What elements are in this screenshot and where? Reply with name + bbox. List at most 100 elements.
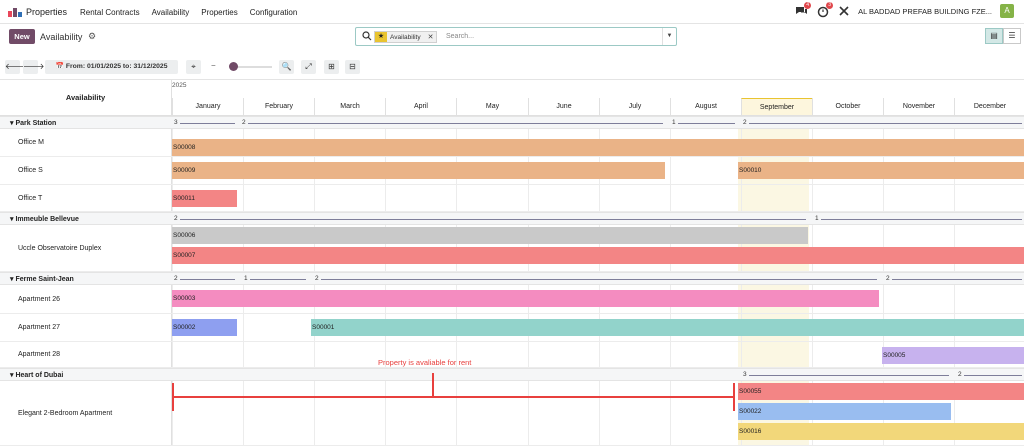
search-bar[interactable]: ★ Availability ✕ Search... ▼	[355, 27, 677, 46]
page-title: Availability	[40, 32, 83, 42]
company-switcher[interactable]: AL BADDAD PREFAB BUILDING FZE...	[858, 7, 992, 16]
gantt-toolbar: 🡐 🡒 📅 From: 01/01/2025 to: 31/12/2025 ⌖ …	[0, 55, 1024, 80]
gear-icon[interactable]: ⚙	[88, 31, 96, 42]
search-input[interactable]: Search...	[446, 33, 474, 40]
gantt-row: Apartment 26 S00003	[0, 285, 1024, 314]
gantt-row: Office S S00009 S00010	[0, 157, 1024, 185]
group-counter: 2	[172, 275, 180, 282]
expand-rows-icon[interactable]: ⊞	[324, 60, 339, 74]
messages-icon[interactable]: 4	[794, 2, 812, 18]
month-header-may: May	[456, 98, 528, 116]
gantt-pill[interactable]: S00008	[172, 139, 1024, 156]
star-icon: ★	[375, 32, 387, 42]
gantt-pill[interactable]: S00006	[172, 227, 808, 244]
annotation-right-tick	[733, 383, 735, 411]
gantt-pill[interactable]: S00010	[738, 162, 1024, 179]
user-avatar[interactable]: A	[1000, 4, 1014, 18]
group-counter: 2	[884, 275, 892, 282]
gantt-row: Uccle Observatoire Duplex S00006 S00007	[0, 225, 1024, 272]
gantt-row: Office M S00008	[0, 129, 1024, 157]
messages-badge: 4	[804, 2, 812, 9]
row-label: Office S	[18, 167, 43, 174]
app-logo-icon[interactable]	[8, 7, 22, 17]
gantt-pill[interactable]: S00022	[738, 403, 951, 420]
gantt-pill[interactable]: S00005	[882, 347, 1024, 364]
new-button[interactable]: New	[9, 29, 35, 44]
month-header-january: January	[172, 98, 243, 116]
group-counter: 1	[242, 275, 250, 282]
month-header-march: March	[314, 98, 385, 116]
gantt-pill[interactable]: S00001	[311, 319, 1024, 336]
gantt-pill[interactable]: S00016	[738, 423, 1024, 440]
group-counter: 3	[172, 119, 180, 126]
row-label: Office T	[18, 194, 43, 202]
row-label: Apartment 27	[18, 324, 61, 331]
app-name[interactable]: Properties	[26, 7, 67, 17]
menu-item-properties[interactable]: Properties	[201, 8, 237, 17]
group-counter: 1	[670, 119, 678, 126]
group-counter-line	[178, 279, 235, 280]
group-header-label: ▾ Heart of Dubai	[10, 372, 64, 379]
zoom-out-icon[interactable]: −	[211, 61, 216, 70]
next-button[interactable]: 🡒	[23, 60, 44, 74]
month-header-november: November	[883, 98, 954, 116]
row-label: Office M	[18, 139, 44, 146]
row-label: Uccle Observatoire Duplex	[18, 244, 102, 252]
menu-item-rental-contracts[interactable]: Rental Contracts	[80, 8, 140, 17]
group-counter: 1	[813, 215, 821, 222]
search-facet[interactable]: ★ Availability ✕	[374, 31, 438, 43]
month-header-september: September	[741, 98, 812, 116]
focus-today-icon[interactable]: ⌖	[186, 60, 201, 74]
zoom-in-icon[interactable]: 🔍	[279, 60, 294, 74]
group-counter: 2	[313, 275, 321, 282]
group-header[interactable]: ▾ Ferme Saint-Jean 2 1 2 2	[0, 272, 1024, 285]
group-header[interactable]: ▾ Park Station 3 2 1 2	[0, 116, 1024, 129]
gantt-pill[interactable]: S00011	[172, 190, 237, 207]
gantt-row: Elegant 2-Bedroom Apartment S00055 S00022 S…	[0, 381, 1024, 446]
gantt-pill[interactable]: S00003	[172, 290, 879, 307]
menu-item-configuration[interactable]: Configuration	[250, 8, 298, 17]
group-counter-line	[819, 219, 1022, 220]
month-header-august: August	[670, 98, 741, 116]
search-dropdown-toggle[interactable]: ▼	[662, 28, 676, 45]
remove-facet-icon[interactable]: ✕	[428, 33, 434, 41]
row-label: Elegant 2-Bedroom Apartment	[18, 409, 113, 417]
gantt-pill[interactable]: S00055	[738, 383, 1024, 400]
month-header-july: July	[599, 98, 670, 116]
annotation-pointer-line	[432, 373, 434, 396]
group-counter: 3	[741, 371, 749, 378]
gantt-row: Apartment 28 S00005	[0, 342, 1024, 368]
year-header: 2025	[172, 82, 187, 89]
menu-item-availability[interactable]: Availability	[152, 8, 190, 17]
group-header[interactable]: ▾ Heart of Dubai 3 2	[0, 368, 1024, 381]
month-header-february: February	[243, 98, 314, 116]
zoom-slider-handle[interactable]	[229, 62, 238, 71]
gantt-view-button[interactable]: ▤	[985, 28, 1003, 44]
search-icon	[362, 31, 372, 41]
zoom-slider[interactable]	[232, 66, 272, 68]
previous-button[interactable]: 🡐	[5, 60, 26, 74]
activities-icon[interactable]: 3	[816, 2, 834, 18]
gantt-corner-label: Availability	[0, 80, 172, 116]
group-counter-line	[890, 279, 1022, 280]
gantt-row: Office T S00011	[0, 185, 1024, 212]
date-range-button[interactable]: 📅 From: 01/01/2025 to: 31/12/2025	[45, 60, 178, 74]
group-counter-line	[319, 279, 877, 280]
group-counter: 2	[741, 119, 749, 126]
group-counter-line	[248, 279, 306, 280]
collapse-rows-icon[interactable]: ⊟	[345, 60, 360, 74]
systray: 4 3 AL BADDAD PREFAB BUILDING FZE... A	[794, 2, 1014, 18]
group-counter-line	[747, 375, 949, 376]
expand-icon[interactable]: ⤢	[301, 60, 316, 74]
gantt-pill[interactable]: S00009	[172, 162, 665, 179]
month-header-june: June	[528, 98, 599, 116]
list-view-button[interactable]: ☰	[1003, 28, 1021, 44]
group-counter-line	[962, 375, 1022, 376]
group-counter-line	[246, 123, 663, 124]
calendar-icon: 📅	[55, 63, 64, 70]
gantt-pill[interactable]: S00002	[172, 319, 237, 336]
tools-icon[interactable]	[838, 5, 850, 17]
group-header[interactable]: ▾ Immeuble Bellevue 2 1	[0, 212, 1024, 225]
view-switcher: ▤ ☰	[985, 28, 1021, 44]
gantt-pill[interactable]: S00007	[172, 247, 1024, 264]
